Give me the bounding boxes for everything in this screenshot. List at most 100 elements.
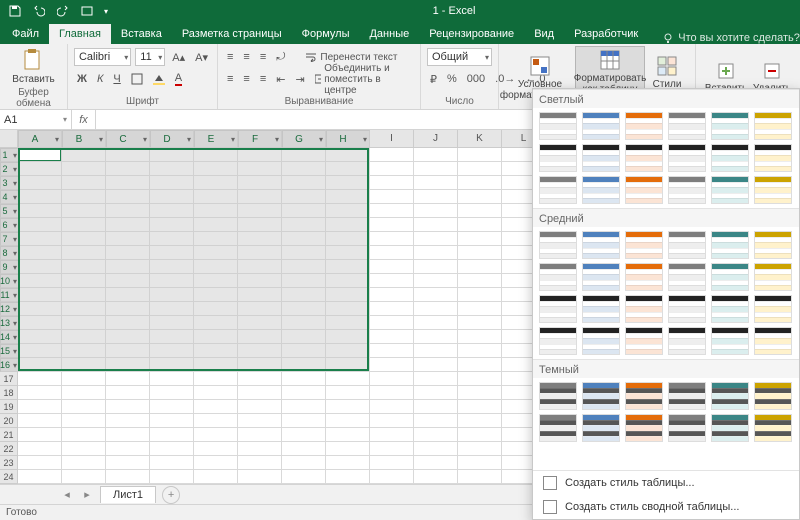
cell[interactable]	[458, 456, 502, 470]
percent-button[interactable]: %	[444, 70, 460, 88]
table-style-swatch[interactable]	[625, 231, 663, 259]
row-header[interactable]: 13	[0, 316, 20, 330]
cell[interactable]	[194, 372, 238, 386]
tab-insert[interactable]: Вставка	[111, 24, 172, 44]
table-style-swatch[interactable]	[539, 295, 577, 323]
merge-center-button[interactable]: Объединить и поместить в центре	[312, 70, 414, 88]
table-style-swatch[interactable]	[711, 414, 749, 442]
cell[interactable]	[370, 190, 414, 204]
tab-file[interactable]: Файл	[2, 24, 49, 44]
row-header[interactable]: 8	[0, 246, 20, 260]
table-style-swatch[interactable]	[711, 263, 749, 291]
cell[interactable]	[238, 274, 282, 288]
cell[interactable]	[106, 148, 150, 162]
cell[interactable]	[18, 372, 62, 386]
cell[interactable]	[238, 428, 282, 442]
table-style-swatch[interactable]	[754, 176, 792, 204]
table-style-swatch[interactable]	[754, 112, 792, 140]
row-header[interactable]: 10	[0, 274, 20, 288]
cell[interactable]	[326, 428, 370, 442]
cell[interactable]	[194, 386, 238, 400]
cell[interactable]	[194, 442, 238, 456]
cell[interactable]	[282, 330, 326, 344]
cell[interactable]	[62, 302, 106, 316]
cell[interactable]	[150, 456, 194, 470]
table-style-swatch[interactable]	[754, 231, 792, 259]
cell[interactable]	[414, 442, 458, 456]
row-header[interactable]: 21	[0, 428, 18, 442]
cell[interactable]	[414, 302, 458, 316]
cell[interactable]	[282, 414, 326, 428]
cell[interactable]	[194, 176, 238, 190]
col-header[interactable]: C	[106, 130, 150, 148]
row-header[interactable]: 5	[0, 204, 20, 218]
cell[interactable]	[370, 400, 414, 414]
cell[interactable]	[282, 344, 326, 358]
cell[interactable]	[106, 358, 150, 372]
row-header[interactable]: 4	[0, 190, 20, 204]
row-header[interactable]: 9	[0, 260, 20, 274]
cell[interactable]	[458, 470, 502, 484]
cell[interactable]	[194, 330, 238, 344]
cell[interactable]	[194, 456, 238, 470]
cell[interactable]	[18, 204, 62, 218]
cell[interactable]	[62, 428, 106, 442]
cell[interactable]	[370, 218, 414, 232]
cell[interactable]	[282, 386, 326, 400]
align-middle-button[interactable]: ≡	[240, 48, 252, 66]
cell[interactable]	[106, 246, 150, 260]
cell[interactable]	[62, 162, 106, 176]
cell[interactable]	[326, 330, 370, 344]
redo-button[interactable]	[52, 2, 74, 20]
table-style-swatch[interactable]	[754, 144, 792, 172]
cell[interactable]	[150, 372, 194, 386]
cell[interactable]	[370, 302, 414, 316]
col-header[interactable]: I	[370, 130, 414, 148]
cell[interactable]	[282, 302, 326, 316]
cell[interactable]	[106, 302, 150, 316]
cell[interactable]	[18, 386, 62, 400]
cell[interactable]	[282, 400, 326, 414]
cell[interactable]	[370, 428, 414, 442]
cell[interactable]	[414, 414, 458, 428]
row-header[interactable]: 7	[0, 232, 20, 246]
cell[interactable]	[458, 218, 502, 232]
cell[interactable]	[326, 400, 370, 414]
table-style-swatch[interactable]	[711, 144, 749, 172]
cell[interactable]	[18, 246, 62, 260]
col-header[interactable]: F	[238, 130, 282, 148]
borders-button[interactable]	[128, 70, 146, 88]
cell[interactable]	[106, 456, 150, 470]
table-style-swatch[interactable]	[582, 112, 620, 140]
cell[interactable]	[106, 400, 150, 414]
cell[interactable]	[106, 386, 150, 400]
cell[interactable]	[62, 400, 106, 414]
col-header[interactable]: B	[62, 130, 106, 148]
table-style-swatch[interactable]	[582, 176, 620, 204]
cell[interactable]	[62, 386, 106, 400]
cell[interactable]	[326, 260, 370, 274]
align-center-button[interactable]: ≡	[240, 70, 252, 88]
cell[interactable]	[238, 190, 282, 204]
row-header[interactable]: 1	[0, 148, 20, 162]
cell[interactable]	[62, 274, 106, 288]
cell[interactable]	[62, 470, 106, 484]
table-style-swatch[interactable]	[711, 231, 749, 259]
font-color-button[interactable]: А	[172, 70, 185, 88]
cell[interactable]	[18, 442, 62, 456]
cell[interactable]	[326, 204, 370, 218]
cell[interactable]	[62, 204, 106, 218]
table-style-swatch[interactable]	[668, 327, 706, 355]
cell[interactable]	[194, 414, 238, 428]
cell[interactable]	[414, 372, 458, 386]
cell[interactable]	[414, 218, 458, 232]
table-style-swatch[interactable]	[625, 382, 663, 410]
row-header[interactable]: 14	[0, 330, 20, 344]
cell[interactable]	[62, 218, 106, 232]
cell[interactable]	[458, 260, 502, 274]
cell[interactable]	[458, 302, 502, 316]
table-style-swatch[interactable]	[625, 327, 663, 355]
tab-home[interactable]: Главная	[49, 24, 111, 44]
cell[interactable]	[194, 260, 238, 274]
cell[interactable]	[326, 246, 370, 260]
